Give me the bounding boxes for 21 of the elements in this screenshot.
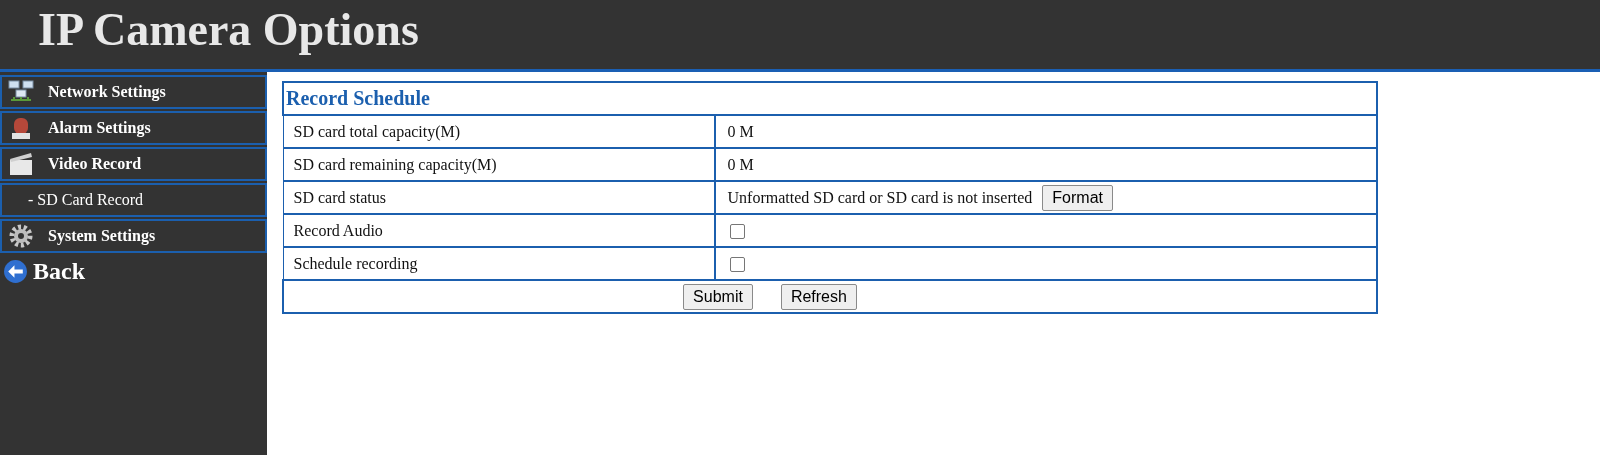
table-cell: SD card remaining capacity(M) <box>283 148 715 181</box>
refresh-button[interactable]: Refresh <box>780 283 857 310</box>
table-title: Record Schedule <box>283 82 1377 115</box>
table-cell: Record Audio <box>283 214 715 247</box>
checkbox[interactable] <box>729 224 745 240</box>
table-cell: SD card status <box>283 181 715 214</box>
format-button[interactable]: Format <box>1042 184 1113 211</box>
table-cell: 0 M <box>714 115 1377 148</box>
back-link[interactable]: Back <box>0 255 267 287</box>
status-text: Unformatted SD card or SD card is not inserted <box>727 188 1033 206</box>
checkbox[interactable] <box>729 257 745 273</box>
menu-item[interactable]: - SD Card Record <box>0 183 267 217</box>
menu-item[interactable]: Video Record <box>0 147 267 181</box>
page-title: IP Camera Options <box>37 3 420 57</box>
table-cell: 0 M <box>714 148 1377 181</box>
table-cell: Schedule recording <box>283 247 715 280</box>
menu-item[interactable]: System Settings <box>0 219 267 253</box>
menu-item[interactable]: Network Settings <box>0 75 267 109</box>
menu-item[interactable]: Alarm Settings <box>0 111 267 145</box>
table-cell: SD card total capacity(M) <box>283 115 715 148</box>
submit-button[interactable]: Submit <box>683 283 753 310</box>
